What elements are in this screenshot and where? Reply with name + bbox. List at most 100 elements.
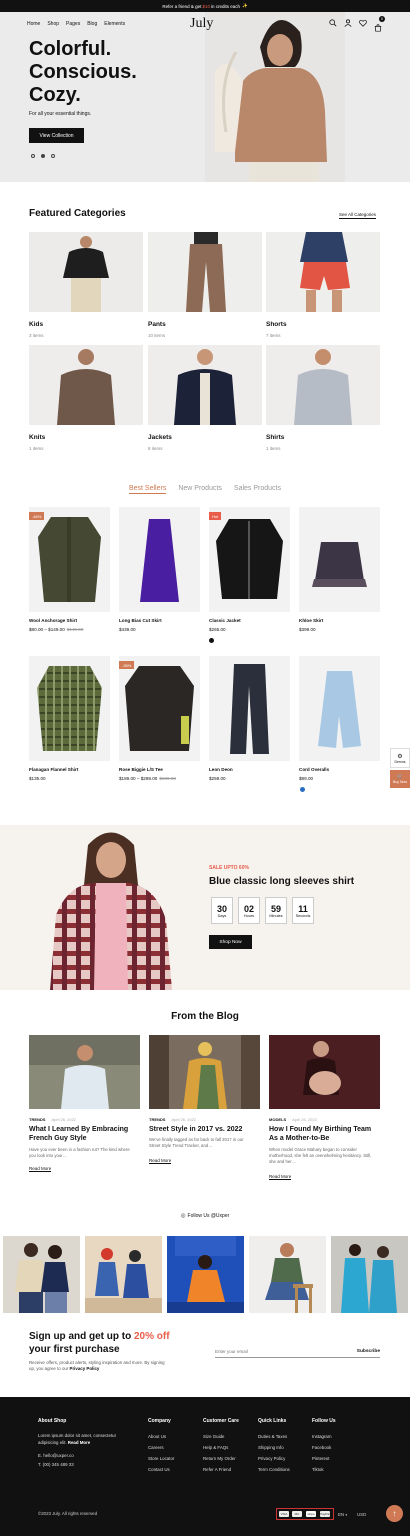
category-name-shorts[interactable]: Shorts bbox=[266, 321, 287, 328]
category-image-jackets[interactable] bbox=[148, 345, 262, 425]
color-swatch-blue[interactable] bbox=[300, 787, 305, 792]
tab-new-products[interactable]: New Products bbox=[178, 485, 222, 494]
see-all-categories-link[interactable]: See All Categories bbox=[339, 212, 377, 219]
footer-link[interactable]: Duties & Taxes bbox=[258, 1431, 290, 1442]
blog-post-title[interactable]: Street Style in 2017 vs. 2022 bbox=[149, 1125, 259, 1134]
footer-link[interactable]: Size Guide bbox=[203, 1431, 236, 1442]
read-more-link[interactable]: Read More bbox=[29, 1166, 52, 1172]
footer-link[interactable]: Careers bbox=[148, 1442, 174, 1453]
instagram-photo[interactable] bbox=[331, 1236, 408, 1313]
instagram-photo[interactable] bbox=[85, 1236, 162, 1313]
nav-shop[interactable]: Shop bbox=[47, 21, 59, 27]
account-icon[interactable] bbox=[344, 19, 352, 27]
search-icon[interactable] bbox=[329, 19, 337, 27]
footer-link[interactable]: Privacy Policy bbox=[258, 1453, 290, 1464]
product-image[interactable] bbox=[299, 656, 380, 761]
announcement-bar[interactable]: Refer a friend & get $10 in credits each… bbox=[0, 0, 410, 12]
footer-link[interactable]: Facebook bbox=[312, 1442, 332, 1453]
announcement-text: Refer a friend & get bbox=[162, 3, 202, 9]
category-name-jackets[interactable]: Jackets bbox=[148, 434, 172, 441]
product-name[interactable]: Khloe Skirt bbox=[299, 618, 323, 623]
category-name-kids[interactable]: Kids bbox=[29, 321, 43, 328]
insta-photo-2 bbox=[85, 1236, 162, 1313]
demos-widget[interactable]: ⚙ Demos bbox=[390, 748, 410, 768]
tab-sales-products[interactable]: Sales Products bbox=[234, 485, 281, 494]
footer-link[interactable]: Return My Order bbox=[203, 1453, 236, 1464]
footer-link[interactable]: Term Conditions bbox=[258, 1464, 290, 1475]
footer-email[interactable]: E. hello@uxper.co bbox=[38, 1453, 74, 1458]
view-collection-button[interactable]: View Collection bbox=[29, 128, 84, 143]
product-name[interactable]: Cord Overalls bbox=[299, 767, 329, 772]
blog-image[interactable] bbox=[29, 1035, 140, 1109]
about-read-more-link[interactable]: Read More bbox=[68, 1440, 90, 1445]
blog-post-title[interactable]: What I Learned By Embracing French Guy S… bbox=[29, 1125, 139, 1143]
nav-home[interactable]: Home bbox=[27, 21, 40, 27]
instagram-label[interactable]: Follow Us @Uxper bbox=[188, 1213, 230, 1219]
footer-link[interactable]: About Us bbox=[148, 1431, 174, 1442]
product-name[interactable]: Rose Biggie L/S Tee bbox=[119, 767, 163, 772]
nav-pages[interactable]: Pages bbox=[66, 21, 80, 27]
tab-best-sellers[interactable]: Best Sellers bbox=[128, 485, 167, 494]
blog-category[interactable]: MODELS bbox=[269, 1117, 286, 1122]
instagram-photo[interactable] bbox=[249, 1236, 326, 1313]
instagram-photo[interactable] bbox=[167, 1236, 244, 1313]
product-image[interactable]: -46% bbox=[29, 507, 110, 612]
instagram-photo[interactable] bbox=[3, 1236, 80, 1313]
footer-link[interactable]: Contact Us bbox=[148, 1464, 174, 1475]
footer-link[interactable]: Shipping Info bbox=[258, 1442, 290, 1453]
product-image[interactable]: Hot bbox=[209, 507, 290, 612]
shop-now-button[interactable]: Shop Now bbox=[209, 935, 252, 949]
blog-category[interactable]: TRENDS bbox=[29, 1117, 45, 1122]
hot-badge: Hot bbox=[209, 512, 222, 520]
product-name[interactable]: Wool Anchorage Shirt bbox=[29, 618, 77, 623]
blog-date: April 26, 2022 bbox=[292, 1117, 317, 1122]
language-selector[interactable]: EN ▾ bbox=[338, 1512, 347, 1517]
product-name[interactable]: Leon Deon bbox=[209, 767, 233, 772]
subscribe-button[interactable]: Subscribe bbox=[345, 1346, 380, 1358]
wishlist-icon[interactable] bbox=[359, 19, 367, 27]
product-name[interactable]: Long Bias Cut Skirt bbox=[119, 618, 162, 623]
footer-phone[interactable]: T. (00) 345 489 33 bbox=[38, 1462, 74, 1467]
category-name-shirts[interactable]: Shirts bbox=[266, 434, 284, 441]
product-image[interactable] bbox=[209, 656, 290, 761]
slider-dot[interactable] bbox=[51, 154, 55, 158]
color-swatch-black[interactable] bbox=[209, 638, 214, 643]
footer-link[interactable]: Store Locator bbox=[148, 1453, 174, 1464]
footer-link[interactable]: Pinterest bbox=[312, 1453, 332, 1464]
blog-image[interactable] bbox=[149, 1035, 260, 1109]
product-name[interactable]: Flanagan Flannel Shirt bbox=[29, 767, 78, 772]
buy-now-widget[interactable]: 🛒 Buy Now bbox=[390, 770, 410, 788]
newsletter-email-input[interactable] bbox=[215, 1346, 345, 1358]
blog-category[interactable]: TRENDS bbox=[149, 1117, 165, 1122]
category-image-shorts[interactable] bbox=[266, 232, 380, 312]
product-image[interactable] bbox=[299, 507, 380, 612]
back-to-top-button[interactable]: ↑ bbox=[386, 1505, 403, 1522]
arrow-up-icon: ↑ bbox=[392, 1509, 397, 1518]
category-image-kids[interactable] bbox=[29, 232, 143, 312]
category-image-knits[interactable] bbox=[29, 345, 143, 425]
category-image-pants[interactable] bbox=[148, 232, 262, 312]
product-name[interactable]: Classic Jacket bbox=[209, 618, 241, 623]
footer-link[interactable]: Tiktok bbox=[312, 1464, 332, 1475]
currency-selector[interactable]: USD bbox=[357, 1512, 366, 1517]
read-more-link[interactable]: Read More bbox=[269, 1174, 292, 1180]
category-image-shirts[interactable] bbox=[266, 345, 380, 425]
site-logo[interactable]: July bbox=[190, 16, 213, 32]
cart-button[interactable]: 0 bbox=[374, 16, 385, 32]
slider-dot-active[interactable] bbox=[41, 154, 45, 158]
nav-blog[interactable]: Blog bbox=[87, 21, 97, 27]
privacy-policy-link[interactable]: Privacy Policy bbox=[70, 1366, 100, 1371]
category-name-pants[interactable]: Pants bbox=[148, 321, 166, 328]
footer-link[interactable]: Refer A Friend bbox=[203, 1464, 236, 1475]
read-more-link[interactable]: Read More bbox=[149, 1158, 172, 1164]
blog-post-title[interactable]: How I Found My Birthing Team As a Mother… bbox=[269, 1125, 379, 1143]
nav-elements[interactable]: Elements bbox=[104, 21, 125, 27]
footer-link[interactable]: Instagram bbox=[312, 1431, 332, 1442]
slider-dot[interactable] bbox=[31, 154, 35, 158]
product-image[interactable] bbox=[119, 507, 200, 612]
blog-image[interactable] bbox=[269, 1035, 380, 1109]
footer-link[interactable]: Help & FAQs bbox=[203, 1442, 236, 1453]
product-image[interactable]: -35% bbox=[119, 656, 200, 761]
product-image[interactable] bbox=[29, 656, 110, 761]
category-name-knits[interactable]: Knits bbox=[29, 434, 45, 441]
